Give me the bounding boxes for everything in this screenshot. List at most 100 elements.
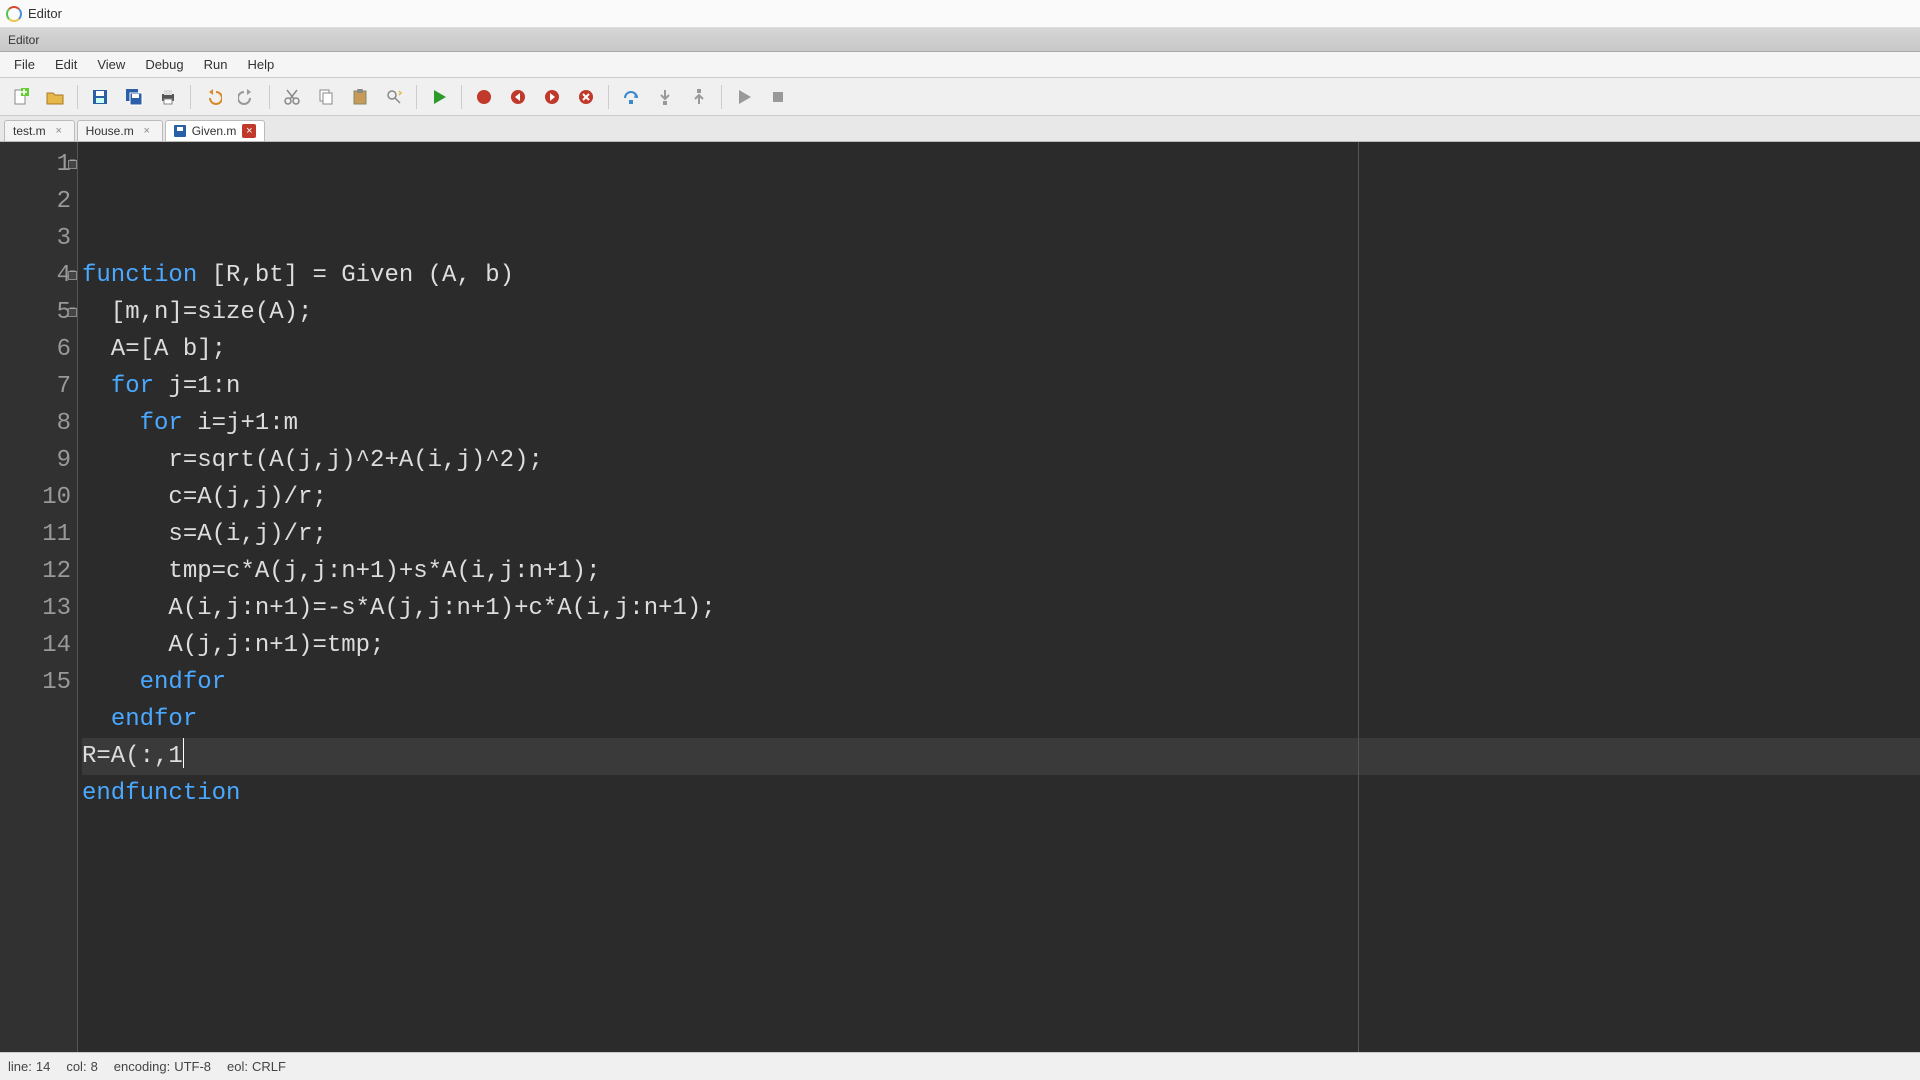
code-line[interactable]: endfor bbox=[82, 664, 1920, 701]
code-line[interactable]: endfunction bbox=[82, 775, 1920, 812]
tab-bar: test.m × House.m × Given.m × bbox=[0, 116, 1920, 142]
toolbar-separator bbox=[416, 85, 417, 109]
code-line[interactable]: function [R,bt] = Given (A, b) bbox=[82, 257, 1920, 294]
close-icon[interactable]: × bbox=[52, 124, 66, 138]
status-col-label: col: bbox=[66, 1059, 86, 1074]
status-col: col: 8 bbox=[66, 1059, 97, 1074]
breakpoint-prev-button[interactable] bbox=[503, 82, 533, 112]
fold-marker-icon[interactable] bbox=[68, 160, 77, 169]
save-icon bbox=[174, 125, 186, 137]
status-line-value: 14 bbox=[36, 1059, 50, 1074]
status-encoding-value: UTF-8 bbox=[174, 1059, 211, 1074]
find-replace-button[interactable] bbox=[379, 82, 409, 112]
paste-button[interactable] bbox=[345, 82, 375, 112]
breakpoint-next-button[interactable] bbox=[537, 82, 567, 112]
line-number[interactable]: 9 bbox=[0, 442, 71, 479]
line-number[interactable]: 2 bbox=[0, 183, 71, 220]
toolbar-separator bbox=[721, 85, 722, 109]
menu-file[interactable]: File bbox=[4, 53, 45, 76]
text-cursor bbox=[183, 738, 185, 768]
line-number[interactable]: 13 bbox=[0, 590, 71, 627]
status-bar: line: 14 col: 8 encoding: UTF-8 eol: CRL… bbox=[0, 1052, 1920, 1080]
dock-header[interactable]: Editor bbox=[0, 28, 1920, 52]
stop-button[interactable] bbox=[763, 82, 793, 112]
code-line[interactable]: R=A(:,1 bbox=[82, 738, 1920, 775]
tab-label: House.m bbox=[86, 124, 134, 138]
tab-label: test.m bbox=[13, 124, 46, 138]
save-button[interactable] bbox=[85, 82, 115, 112]
line-number[interactable]: 7 bbox=[0, 368, 71, 405]
print-button[interactable] bbox=[153, 82, 183, 112]
menu-edit[interactable]: Edit bbox=[45, 53, 87, 76]
step-out-button[interactable] bbox=[684, 82, 714, 112]
menu-bar: File Edit View Debug Run Help bbox=[0, 52, 1920, 78]
new-file-button[interactable] bbox=[6, 82, 36, 112]
status-eol-label: eol: bbox=[227, 1059, 248, 1074]
tab-house-m[interactable]: House.m × bbox=[77, 120, 163, 141]
line-number[interactable]: 6 bbox=[0, 331, 71, 368]
line-number[interactable]: 3 bbox=[0, 220, 71, 257]
code-line[interactable]: endfor bbox=[82, 701, 1920, 738]
tab-given-m[interactable]: Given.m × bbox=[165, 120, 266, 141]
code-line[interactable]: A(j,j:n+1)=tmp; bbox=[82, 627, 1920, 664]
toolbar-separator bbox=[269, 85, 270, 109]
save-all-button[interactable] bbox=[119, 82, 149, 112]
window-title-bar: Editor bbox=[0, 0, 1920, 28]
code-line[interactable]: s=A(i,j)/r; bbox=[82, 516, 1920, 553]
status-eol: eol: CRLF bbox=[227, 1059, 286, 1074]
code-line[interactable]: for j=1:n bbox=[82, 368, 1920, 405]
toolbar-separator bbox=[190, 85, 191, 109]
toolbar-separator bbox=[461, 85, 462, 109]
code-line[interactable]: A=[A b]; bbox=[82, 331, 1920, 368]
line-number[interactable]: 1 bbox=[0, 146, 71, 183]
tab-label: Given.m bbox=[192, 124, 237, 138]
step-into-button[interactable] bbox=[650, 82, 680, 112]
menu-view[interactable]: View bbox=[87, 53, 135, 76]
code-editor[interactable]: 123456789101112131415 function [R,bt] = … bbox=[0, 142, 1920, 1052]
menu-help[interactable]: Help bbox=[237, 53, 284, 76]
window-title: Editor bbox=[28, 6, 62, 21]
fold-marker-icon[interactable] bbox=[68, 308, 77, 317]
cut-button[interactable] bbox=[277, 82, 307, 112]
toolbar-separator bbox=[608, 85, 609, 109]
line-number[interactable]: 11 bbox=[0, 516, 71, 553]
undo-button[interactable] bbox=[198, 82, 228, 112]
menu-debug[interactable]: Debug bbox=[135, 53, 193, 76]
status-col-value: 8 bbox=[91, 1059, 98, 1074]
redo-button[interactable] bbox=[232, 82, 262, 112]
line-number-gutter: 123456789101112131415 bbox=[0, 142, 78, 1052]
copy-button[interactable] bbox=[311, 82, 341, 112]
status-encoding: encoding: UTF-8 bbox=[114, 1059, 211, 1074]
dock-title: Editor bbox=[8, 33, 39, 47]
code-line[interactable]: c=A(j,j)/r; bbox=[82, 479, 1920, 516]
step-over-button[interactable] bbox=[616, 82, 646, 112]
fold-marker-icon[interactable] bbox=[68, 271, 77, 280]
breakpoint-clear-button[interactable] bbox=[571, 82, 601, 112]
close-icon[interactable]: × bbox=[140, 124, 154, 138]
breakpoint-button[interactable] bbox=[469, 82, 499, 112]
status-line: line: 14 bbox=[8, 1059, 50, 1074]
line-number[interactable]: 14 bbox=[0, 627, 71, 664]
code-line[interactable]: tmp=c*A(j,j:n+1)+s*A(i,j:n+1); bbox=[82, 553, 1920, 590]
line-number[interactable]: 4 bbox=[0, 257, 71, 294]
line-number[interactable]: 15 bbox=[0, 664, 71, 701]
status-encoding-label: encoding: bbox=[114, 1059, 170, 1074]
menu-run[interactable]: Run bbox=[194, 53, 238, 76]
status-eol-value: CRLF bbox=[252, 1059, 286, 1074]
line-number[interactable]: 10 bbox=[0, 479, 71, 516]
line-number[interactable]: 8 bbox=[0, 405, 71, 442]
close-icon[interactable]: × bbox=[242, 124, 256, 138]
run-button[interactable] bbox=[424, 82, 454, 112]
code-area[interactable]: function [R,bt] = Given (A, b) [m,n]=siz… bbox=[78, 142, 1920, 1052]
tab-test-m[interactable]: test.m × bbox=[4, 120, 75, 141]
line-number[interactable]: 12 bbox=[0, 553, 71, 590]
code-line[interactable]: r=sqrt(A(j,j)^2+A(i,j)^2); bbox=[82, 442, 1920, 479]
status-line-label: line: bbox=[8, 1059, 32, 1074]
toolbar-separator bbox=[77, 85, 78, 109]
code-line[interactable]: [m,n]=size(A); bbox=[82, 294, 1920, 331]
line-number[interactable]: 5 bbox=[0, 294, 71, 331]
code-line[interactable]: for i=j+1:m bbox=[82, 405, 1920, 442]
code-line[interactable]: A(i,j:n+1)=-s*A(j,j:n+1)+c*A(i,j:n+1); bbox=[82, 590, 1920, 627]
continue-button[interactable] bbox=[729, 82, 759, 112]
open-file-button[interactable] bbox=[40, 82, 70, 112]
